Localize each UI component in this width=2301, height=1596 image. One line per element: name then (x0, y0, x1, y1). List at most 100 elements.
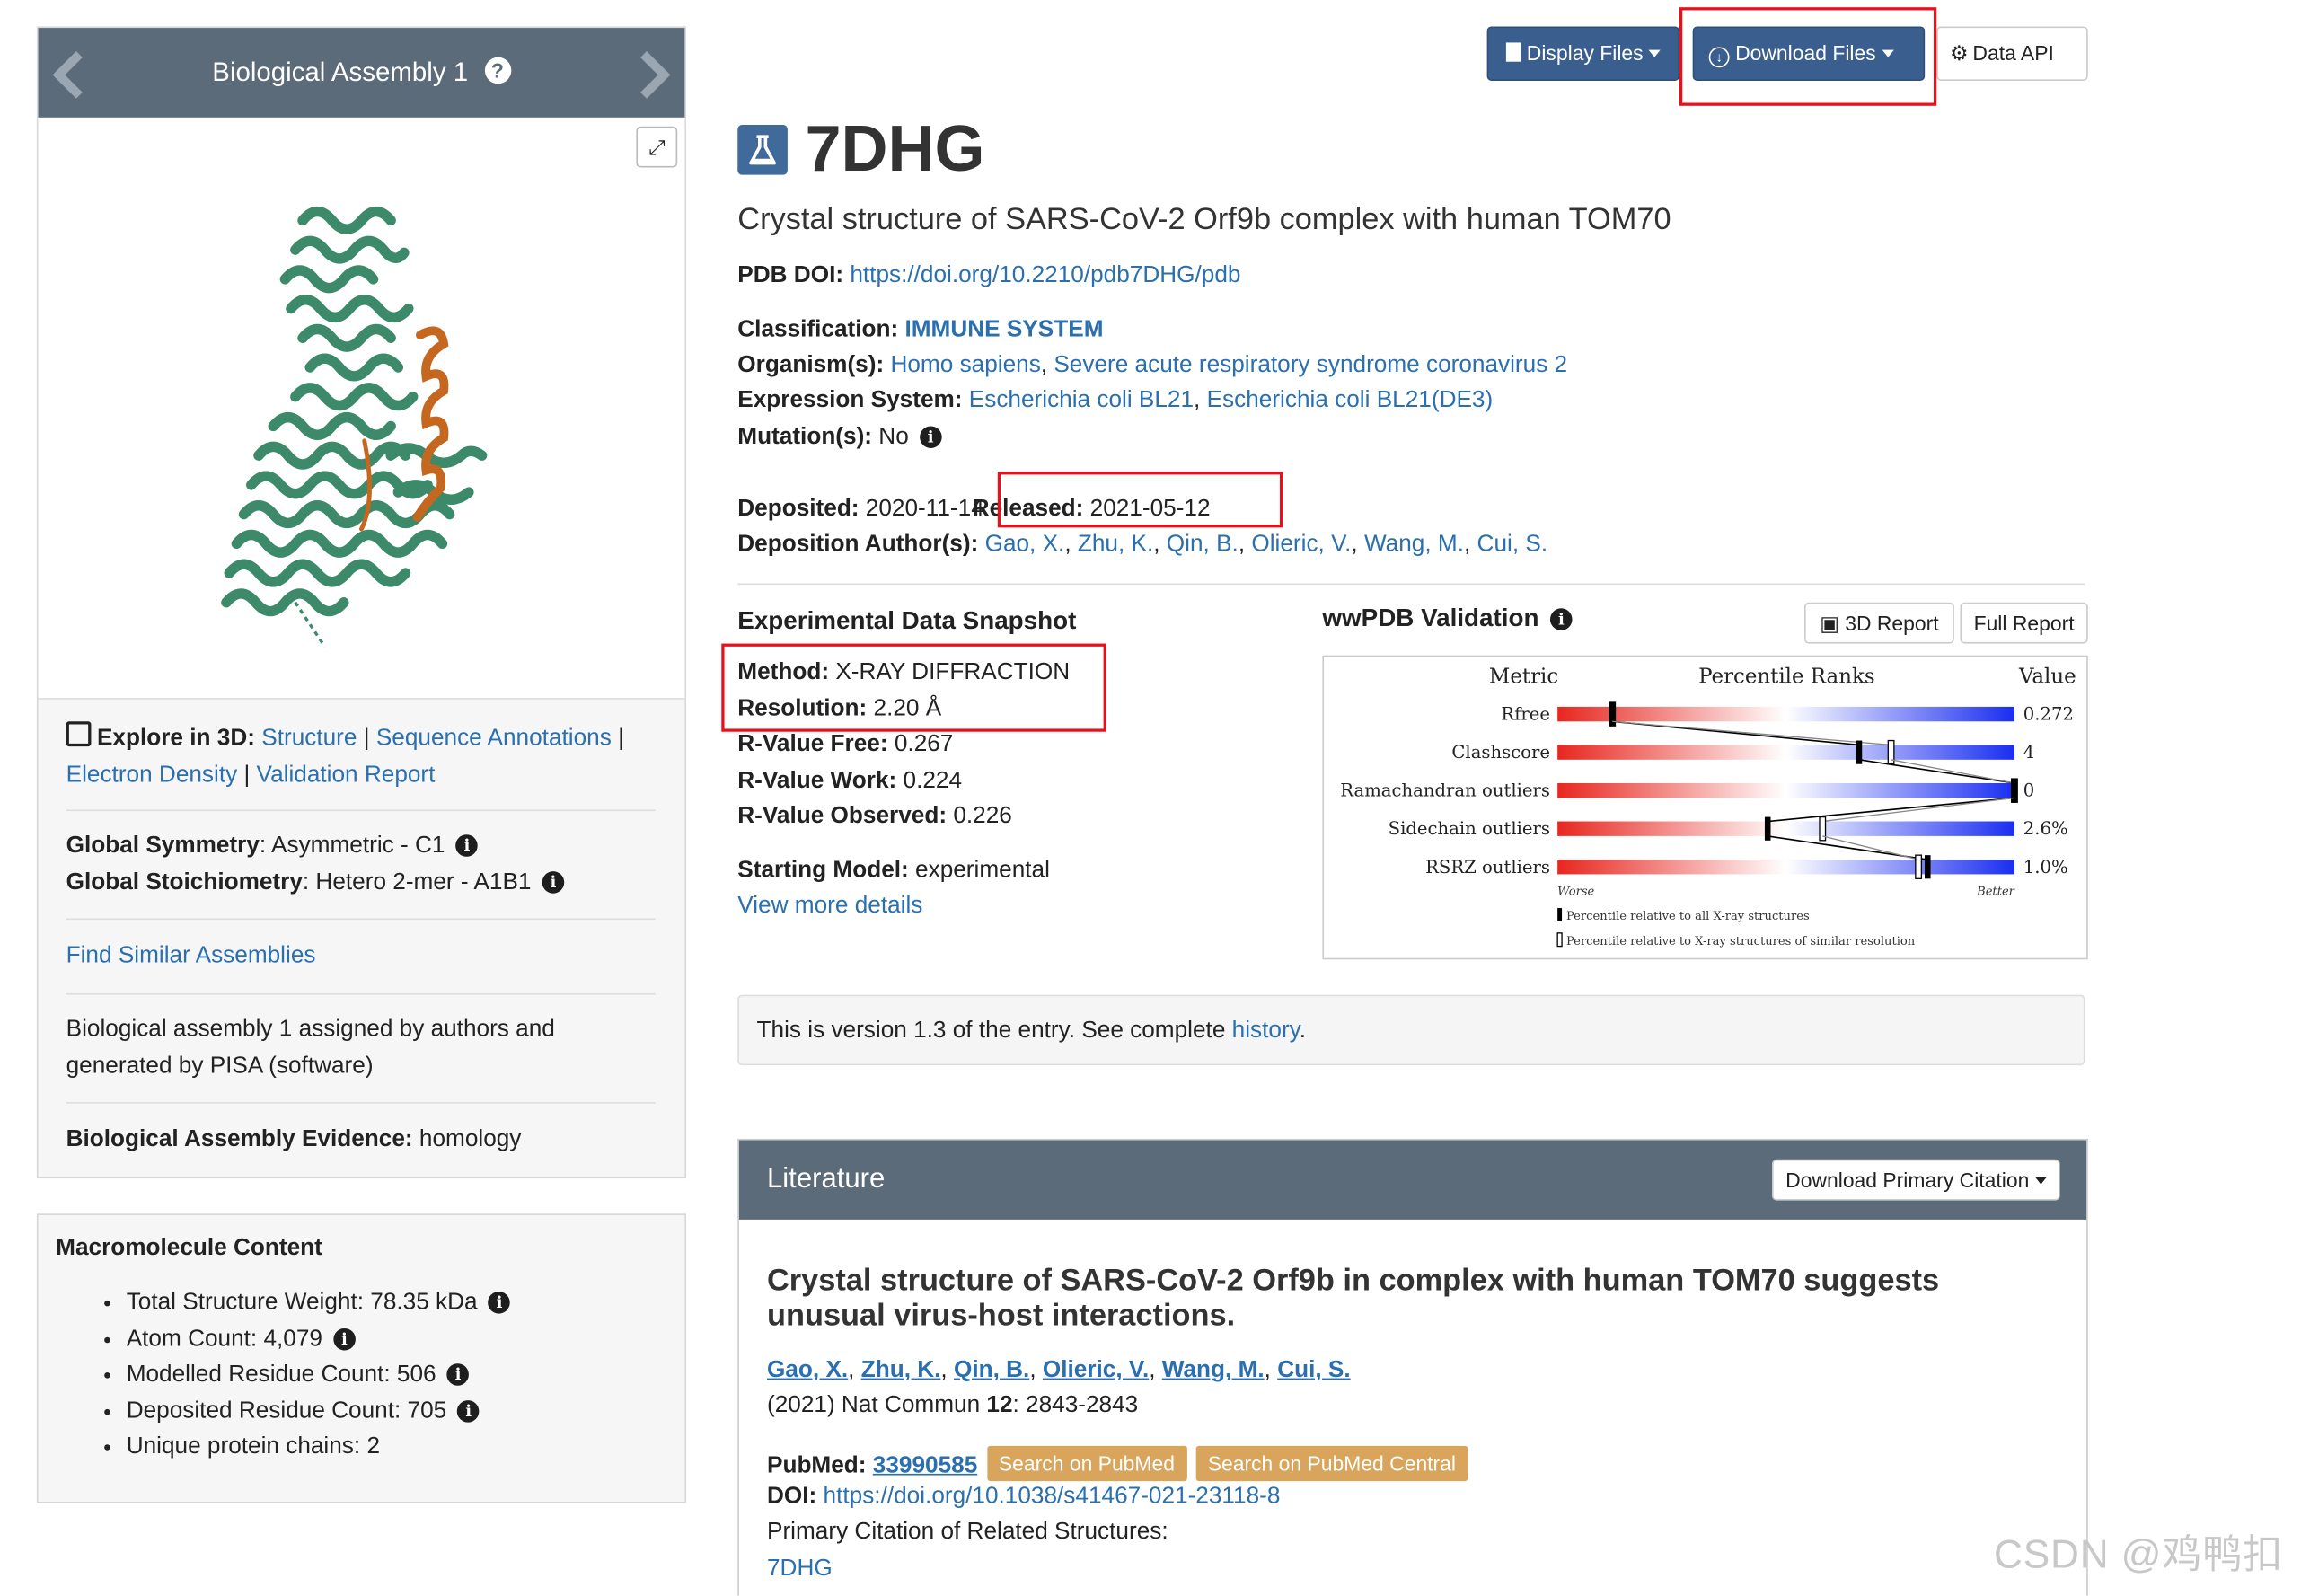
divider (66, 992, 656, 995)
literature-header: Literature Download Primary Citation (738, 1140, 2087, 1220)
evidence-label: Biological Assembly Evidence: (66, 1126, 413, 1152)
list-item: Unique protein chains: 2 (127, 1430, 511, 1466)
marker-all (1925, 855, 1931, 879)
find-similar-link[interactable]: Find Similar Assemblies (66, 943, 316, 968)
citation-journal: (2021) Nat Commun 12: 2843-2843 (766, 1392, 1139, 1418)
classification-link[interactable]: IMMUNE SYSTEM (904, 317, 1103, 342)
organism-link[interactable]: Homo sapiens (890, 353, 1040, 378)
divider (66, 1102, 656, 1104)
list-item: Modelled Residue Count: 506 i (127, 1358, 511, 1394)
validation-slider-chart[interactable]: Metric Percentile Ranks Value Rfree 0.272… (1322, 655, 2088, 960)
file-icon (1505, 42, 1521, 62)
explore-validation-link[interactable]: Validation Report (257, 762, 436, 787)
symmetry-label: Global Symmetry (66, 833, 260, 859)
info-icon[interactable]: i (542, 870, 565, 893)
ranks-header: Percentile Ranks (1698, 666, 1874, 689)
full-report-button[interactable]: Full Report (1960, 602, 2088, 644)
search-pubmed-button[interactable]: Search on PubMed (986, 1445, 1187, 1482)
divider (66, 918, 656, 921)
list-item: Atom Count: 4,079 i (127, 1322, 511, 1358)
page: Biological Assembly 1 ? ⤢ Explore in 3D:… (0, 0, 2301, 1596)
chevron-left-icon[interactable] (50, 50, 92, 101)
citation-doi-link[interactable]: https://doi.org/10.1038/s41467-021-23118… (824, 1484, 1281, 1509)
info-icon[interactable]: i (1550, 608, 1573, 630)
pdb-doi-row: PDB DOI: https://doi.org/10.2210/pdb7DHG… (737, 262, 1241, 288)
view-more-link[interactable]: View more details (737, 894, 922, 919)
metric-value: 0 (2023, 780, 2035, 801)
entry-id: 7DHG (805, 112, 985, 186)
protein-structure-image (221, 206, 488, 648)
3d-report-button[interactable]: ▣ 3D Report (1804, 602, 1954, 644)
macro-title: Macromolecule Content (56, 1235, 322, 1261)
expression-link[interactable]: Escherichia coli BL21 (969, 388, 1194, 413)
validation-svg: Metric Percentile Ranks Value Rfree 0.272… (1340, 666, 2076, 948)
search-pmc-button[interactable]: Search on PubMed Central (1195, 1445, 1468, 1482)
chevron-right-icon[interactable] (631, 50, 673, 101)
author-link[interactable]: Wang, M. (1162, 1358, 1265, 1383)
organism-link[interactable]: Severe acute respiratory syndrome corona… (1054, 353, 1567, 378)
marker-similar (1915, 854, 1923, 879)
history-link[interactable]: history (1232, 1018, 1300, 1044)
author-link[interactable]: Olieric, V. (1043, 1358, 1149, 1383)
author-link[interactable]: Gao, X. (767, 1358, 848, 1383)
info-icon[interactable]: i (333, 1327, 356, 1350)
robs-row: R-Value Observed: 0.226 (737, 803, 1012, 829)
info-icon[interactable]: i (488, 1292, 511, 1314)
find-similar-section: Find Similar Assemblies (66, 939, 656, 974)
citation-doi-row: DOI: https://doi.org/10.1038/s41467-021-… (766, 1484, 1281, 1510)
highlight-box (721, 643, 1106, 732)
metric-value: 0.272 (2023, 704, 2074, 725)
author-link[interactable]: Gao, X. (985, 532, 1065, 557)
mutation-row: Mutation(s): No i (737, 425, 942, 451)
author-link[interactable]: Qin, B. (954, 1358, 1029, 1383)
pdb-doi-link[interactable]: https://doi.org/10.2210/pdb7DHG/pdb (850, 263, 1240, 288)
author-link[interactable]: Zhu, K. (1078, 532, 1153, 557)
info-icon[interactable]: i (457, 1399, 480, 1422)
author-link[interactable]: Zhu, K. (861, 1358, 941, 1383)
metric-value: 1.0% (2023, 857, 2068, 877)
explore-section: Explore in 3D: Structure | Sequence Anno… (66, 721, 656, 793)
classification-row: Classification: IMMUNE SYSTEM (737, 317, 1104, 343)
explore-structure-link[interactable]: Structure (261, 726, 357, 751)
author-link[interactable]: Olieric, V. (1251, 532, 1351, 557)
connector-similar (1822, 835, 1919, 860)
pubmed-id-link[interactable]: 33990585 (873, 1453, 977, 1478)
explore-sequence-link[interactable]: Sequence Annotations (376, 726, 612, 751)
expression-link[interactable]: Escherichia coli BL21(DE3) (1207, 388, 1494, 413)
info-icon[interactable]: i (446, 1363, 470, 1386)
pubmed-row: PubMed: 33990585 Search on PubMed Search… (767, 1445, 1468, 1482)
macromolecule-panel: Macromolecule Content Total Structure We… (36, 1213, 687, 1503)
author-link[interactable]: Wang, M. (1364, 532, 1464, 557)
author-link[interactable]: Cui, S. (1277, 1358, 1350, 1383)
evidence-section: Biological Assembly Evidence: homology (66, 1123, 656, 1159)
version-notice: This is version 1.3 of the entry. See co… (737, 994, 2085, 1066)
info-icon[interactable]: i (919, 426, 942, 448)
starting-model-row: Starting Model: experimental (737, 858, 1050, 884)
gear-icon: ⚙ (1949, 40, 1969, 65)
value-header: Value (2018, 666, 2076, 689)
deposited-date: 2020-11-14 (865, 496, 984, 522)
metric-value: 4 (2023, 742, 2035, 763)
highlight-box (997, 472, 1283, 528)
watermark: CSDN @鸡鸭扣 (1994, 1532, 2284, 1577)
connector-similar (1891, 759, 2015, 784)
display-files-button[interactable]: Display Files (1486, 26, 1679, 81)
connector-all (1858, 759, 2015, 784)
symmetry-value: : Asymmetric - C1 (259, 833, 445, 859)
author-link[interactable]: Qin, B. (1167, 532, 1239, 557)
related-structure-link[interactable]: 7DHG (767, 1556, 833, 1582)
percentile-bar (1557, 821, 2014, 836)
literature-panel: Literature Download Primary Citation Cry… (737, 1138, 2088, 1596)
metric-label: Ramachandran outliers (1340, 780, 1550, 801)
explore-density-link[interactable]: Electron Density (66, 762, 238, 787)
metric-label: RSRZ outliers (1425, 857, 1550, 877)
info-icon[interactable]: i (455, 834, 479, 857)
download-citation-button[interactable]: Download Primary Citation (1772, 1159, 2060, 1201)
validation-title: wwPDB Validation i (1322, 604, 1573, 633)
author-link[interactable]: Cui, S. (1477, 532, 1548, 557)
help-icon[interactable]: ? (484, 57, 511, 84)
highlight-box (1679, 7, 1937, 106)
data-api-button[interactable]: ⚙ Data API (1936, 26, 2088, 81)
evidence-value: homology (419, 1126, 522, 1152)
structure-viewer[interactable]: ⤢ (38, 117, 685, 700)
